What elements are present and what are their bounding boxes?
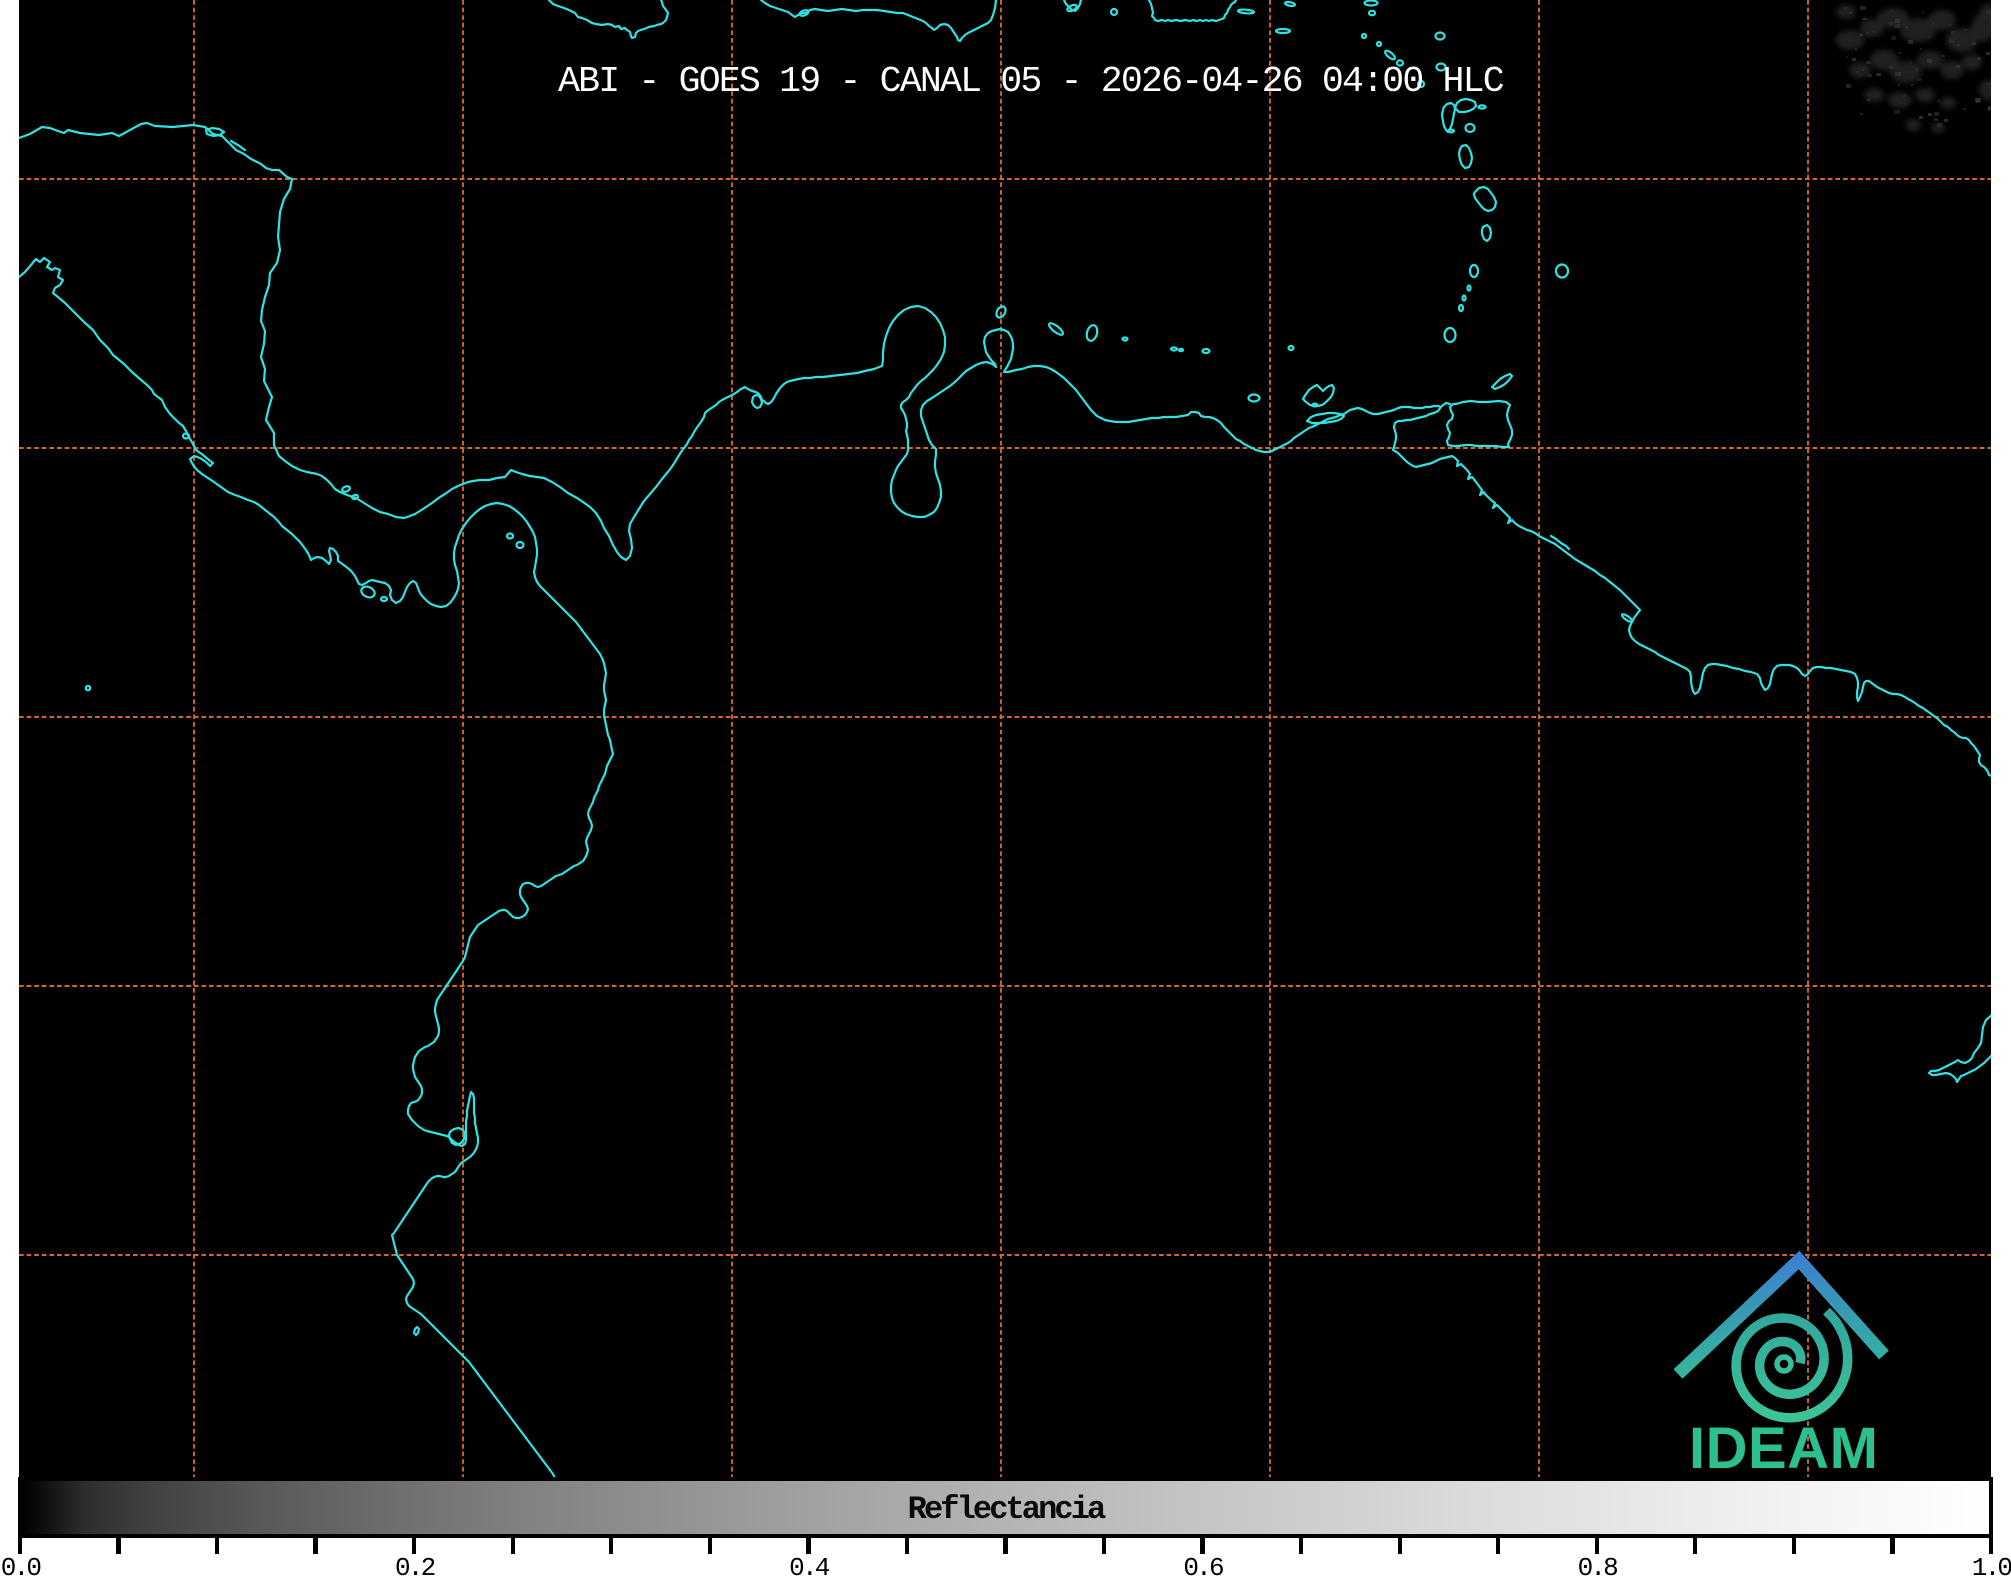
svg-text:ABI - GOES 19 - CANAL 05 - 202: ABI - GOES 19 - CANAL 05 - 2026-04-26 04… [558, 61, 1504, 102]
svg-text:IDEAM: IDEAM [1689, 1416, 1878, 1477]
